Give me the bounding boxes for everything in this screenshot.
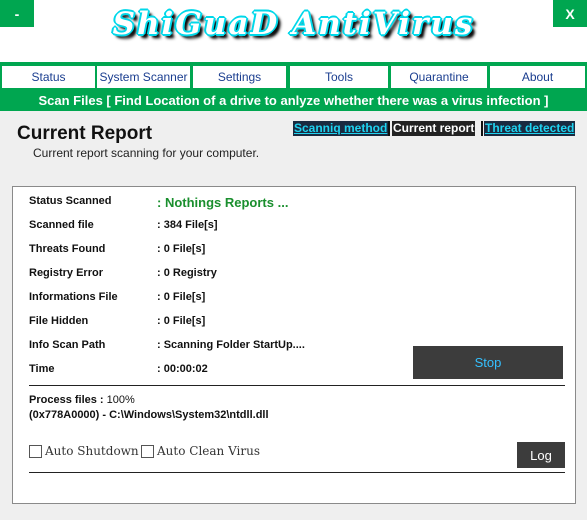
stat-value: : 0 Registry — [157, 267, 217, 279]
process-path: (0x778A0000) - C:\Windows\System32\ntdll… — [29, 409, 269, 421]
divider — [29, 472, 565, 473]
title-bar: - ShiGuaD AntiVirus X — [0, 0, 587, 62]
stop-button[interactable]: Stop — [413, 346, 563, 379]
checkbox-box[interactable] — [29, 444, 42, 458]
auto-shutdown-label: Auto Shutdown — [45, 444, 139, 458]
stat-label: File Hidden — [29, 315, 89, 327]
stat-value: : 384 File[s] — [157, 219, 218, 231]
scan-method-link[interactable]: Scanniq method — [293, 121, 389, 136]
auto-clean-virus-checkbox[interactable]: Auto Clean Virus — [141, 444, 260, 458]
auto-clean-label: Auto Clean Virus — [157, 444, 260, 458]
tab-about[interactable]: About — [490, 66, 585, 88]
tab-bar: Status System Scanner Settings Tools Qua… — [0, 62, 587, 90]
stat-value: : Nothings Reports ... — [157, 195, 289, 210]
page-subtitle: Current report scanning for your compute… — [33, 146, 260, 160]
scan-files-banner: Scan Files [ Find Location of a drive to… — [0, 89, 587, 111]
log-button[interactable]: Log — [517, 442, 565, 468]
stat-label: Time — [29, 363, 55, 375]
divider — [29, 385, 565, 386]
stat-value: : 0 File[s] — [157, 243, 206, 255]
app-logo: ShiGuaD AntiVirus — [112, 6, 475, 42]
process-label: Process files : — [29, 394, 104, 406]
tab-tools[interactable]: Tools — [290, 66, 388, 88]
stat-label: Scanned file — [29, 219, 94, 231]
stat-value: : 00:00:02 — [157, 363, 208, 375]
link-separator — [481, 121, 483, 136]
current-report-link[interactable]: Current report — [392, 121, 476, 136]
scan-results-panel: Status Scanned : Nothings Reports ... Sc… — [12, 186, 576, 504]
tab-status[interactable]: Status — [2, 66, 95, 88]
close-button[interactable]: X — [553, 0, 587, 27]
stat-label: Informations File — [29, 291, 118, 303]
threat-detected-link[interactable]: Threat detected — [484, 121, 576, 136]
stat-label: Status Scanned — [29, 195, 112, 207]
stat-label: Registry Error — [29, 267, 103, 279]
stat-value: : 0 File[s] — [157, 315, 206, 327]
link-separator — [388, 121, 390, 136]
tab-settings[interactable]: Settings — [193, 66, 286, 88]
page-title: Current Report — [17, 123, 153, 144]
stat-label: Info Scan Path — [29, 339, 106, 351]
stat-label: Threats Found — [29, 243, 106, 255]
tab-quarantine[interactable]: Quarantine — [391, 66, 487, 88]
process-percent: 100% — [106, 394, 135, 406]
auto-shutdown-checkbox[interactable]: Auto Shutdown — [29, 444, 139, 458]
report-links: Scanniq method Current report Threat det… — [293, 121, 583, 137]
stat-value: : Scanning Folder StartUp.... — [157, 339, 305, 351]
process-files: Process files : 100% — [29, 394, 135, 406]
tab-system-scanner[interactable]: System Scanner — [97, 66, 190, 88]
checkbox-box[interactable] — [141, 444, 154, 458]
stat-value: : 0 File[s] — [157, 291, 206, 303]
antivirus-window: - ShiGuaD AntiVirus X Status System Scan… — [0, 0, 587, 520]
report-area: Current Report Current report scanning f… — [0, 111, 587, 520]
